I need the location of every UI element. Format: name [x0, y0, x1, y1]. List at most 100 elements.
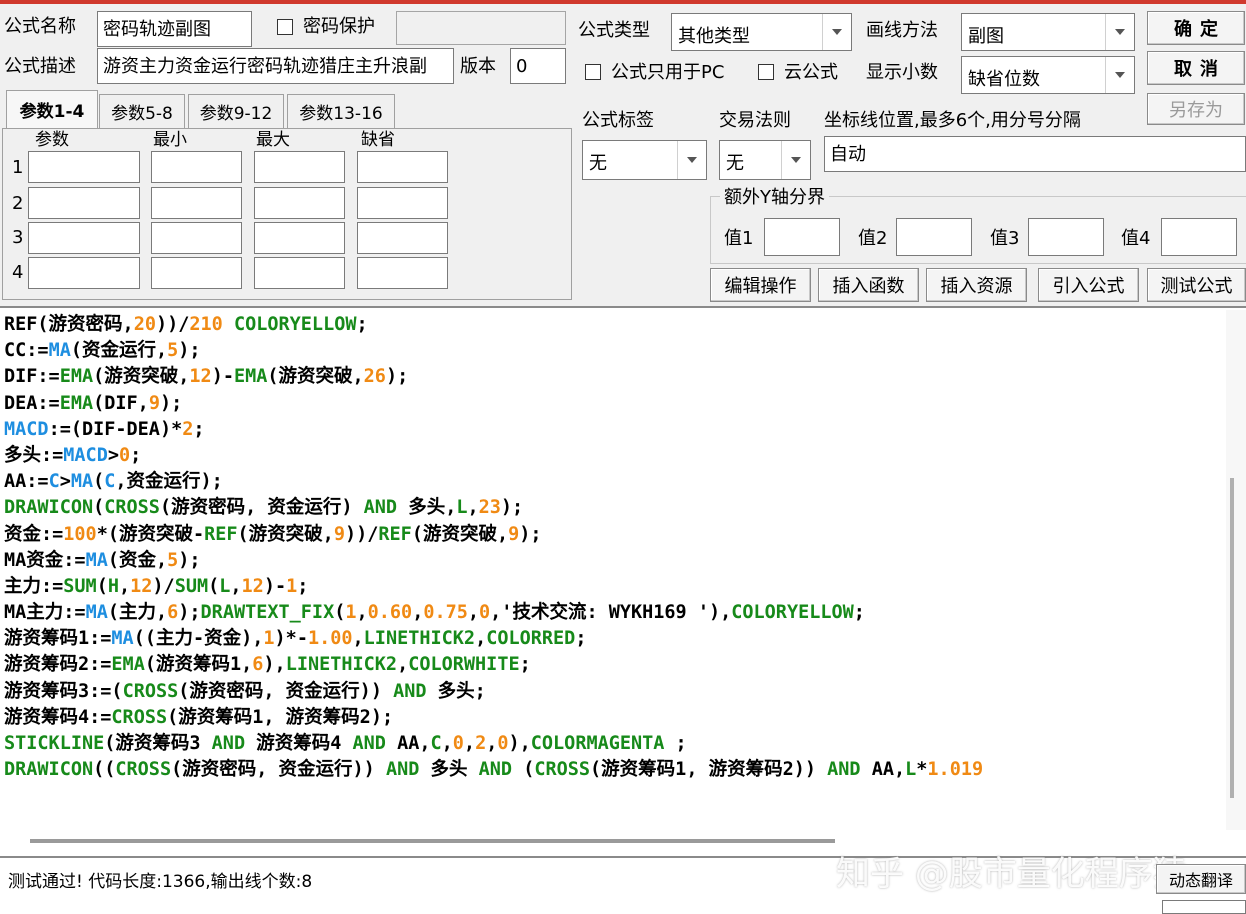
extra-yaxis-label: 额外Y轴分界 — [720, 187, 829, 209]
code-line[interactable]: DRAWICON((CROSS(游资密码, 资金运行)) AND 多头 AND … — [4, 757, 983, 783]
trade-rule-select[interactable]: 无 — [719, 140, 811, 180]
pc-only-checkbox[interactable] — [585, 64, 601, 80]
trade-rule-value: 无 — [726, 153, 744, 174]
code-text[interactable]: REF(游资密码,20))/210 COLORYELLOW; CC:=MA(资金运… — [4, 312, 983, 783]
code-line[interactable]: 多头:=MACD>0; — [4, 443, 983, 469]
param-3-default-input[interactable] — [357, 222, 448, 254]
code-line[interactable]: STICKLINE(游资筹码3 AND 游资筹码4 AND AA,C,0,2,0… — [4, 731, 983, 757]
trade-rule-label: 交易法则 — [719, 110, 791, 131]
translate-output-box — [1162, 900, 1246, 914]
param-2-default-input[interactable] — [357, 187, 448, 219]
draw-method-label: 画线方法 — [866, 20, 938, 41]
formula-type-select[interactable]: 其他类型 — [671, 13, 852, 51]
code-line[interactable]: AA:=C>MA(C,资金运行); — [4, 469, 983, 495]
param-row-number: 2 — [12, 193, 24, 214]
param-row-number: 3 — [12, 227, 24, 248]
param-1-default-input[interactable] — [357, 151, 448, 183]
param-2-min-input[interactable] — [151, 187, 242, 219]
param-1-min-input[interactable] — [151, 151, 242, 183]
param-1-name-input[interactable] — [28, 151, 140, 183]
vertical-scrollbar[interactable] — [1226, 310, 1246, 830]
cancel-button[interactable]: 取消 — [1147, 51, 1245, 85]
yaxis-value2-label: 值2 — [858, 228, 888, 249]
code-line[interactable]: MA主力:=MA(主力,6);DRAWTEXT_FIX(1,0.60,0.75,… — [4, 600, 983, 626]
vertical-scroll-thumb[interactable] — [1230, 478, 1234, 798]
insert-resource-button[interactable]: 插入资源 — [926, 268, 1027, 302]
tab-params-9-12[interactable]: 参数9-12 — [188, 94, 284, 128]
yaxis-value3-input[interactable] — [1028, 218, 1104, 256]
import-formula-button[interactable]: 引入公式 — [1038, 268, 1139, 302]
param-4-default-input[interactable] — [357, 257, 448, 289]
cloud-formula-label: 云公式 — [784, 62, 838, 83]
decimals-label: 显示小数 — [866, 62, 938, 83]
code-line[interactable]: 游资筹码1:=MA((主力-资金),1)*-1.00,LINETHICK2,CO… — [4, 626, 983, 652]
param-3-max-input[interactable] — [254, 222, 345, 254]
param-header-default: 缺省 — [361, 130, 395, 150]
ok-button[interactable]: 确定 — [1147, 11, 1245, 45]
code-line[interactable]: MA资金:=MA(资金,5); — [4, 548, 983, 574]
tab-params-13-16[interactable]: 参数13-16 — [287, 94, 395, 128]
edit-ops-button[interactable]: 编辑操作 — [710, 268, 811, 302]
param-panel: 参数 最小 最大 缺省 1 2 3 4 — [2, 128, 572, 300]
formula-tag-select[interactable]: 无 — [582, 140, 707, 180]
yaxis-value1-label: 值1 — [724, 228, 754, 249]
code-line[interactable]: MACD:=(DIF-DEA)*2; — [4, 417, 983, 443]
draw-method-select[interactable]: 副图 — [961, 13, 1135, 51]
formula-tag-value: 无 — [589, 153, 607, 174]
code-line[interactable]: DEA:=EMA(DIF,9); — [4, 391, 983, 417]
param-header-min: 最小 — [153, 130, 187, 150]
axis-lines-input[interactable]: 自动 — [824, 136, 1246, 172]
save-as-button[interactable]: 另存为 — [1147, 93, 1245, 125]
code-line[interactable]: DRAWICON(CROSS(游资密码, 资金运行) AND 多头,L,23); — [4, 495, 983, 521]
param-row-number: 4 — [12, 262, 24, 283]
yaxis-value2-input[interactable] — [896, 218, 972, 256]
decimals-select[interactable]: 缺省位数 — [961, 56, 1135, 94]
code-editor[interactable]: REF(游资密码,20))/210 COLORYELLOW; CC:=MA(资金运… — [0, 306, 1246, 856]
version-label: 版本 — [460, 56, 496, 77]
password-protect-checkbox[interactable] — [277, 19, 293, 35]
param-header-name: 参数 — [35, 130, 69, 150]
code-line[interactable]: 游资筹码3:=(CROSS(游资密码, 资金运行)) AND 多头; — [4, 679, 983, 705]
code-line[interactable]: DIF:=EMA(游资突破,12)-EMA(游资突破,26); — [4, 364, 983, 390]
param-4-min-input[interactable] — [151, 257, 242, 289]
formula-type-label: 公式类型 — [578, 20, 650, 41]
formula-name-input[interactable]: 密码轨迹副图 — [97, 11, 252, 47]
code-line[interactable]: 游资筹码4:=CROSS(游资筹码1, 游资筹码2); — [4, 705, 983, 731]
formula-type-value: 其他类型 — [678, 26, 750, 47]
cloud-formula-checkbox[interactable] — [758, 64, 774, 80]
dynamic-translate-button[interactable]: 动态翻译 — [1156, 864, 1246, 894]
yaxis-value1-input[interactable] — [764, 218, 840, 256]
param-3-name-input[interactable] — [28, 222, 140, 254]
tab-params-5-8[interactable]: 参数5-8 — [99, 94, 185, 128]
window-title-bar-edge — [0, 0, 1246, 4]
insert-function-button[interactable]: 插入函数 — [818, 268, 919, 302]
tab-params-1-4[interactable]: 参数1-4 — [6, 90, 98, 128]
axis-lines-label: 坐标线位置,最多6个,用分号分隔 — [824, 110, 1081, 131]
formula-tag-label: 公式标签 — [582, 110, 654, 131]
param-3-min-input[interactable] — [151, 222, 242, 254]
yaxis-value4-input[interactable] — [1161, 218, 1237, 256]
param-2-name-input[interactable] — [28, 187, 140, 219]
chevron-down-icon[interactable] — [677, 141, 706, 179]
code-line[interactable]: REF(游资密码,20))/210 COLORYELLOW; — [4, 312, 983, 338]
watermark-text: 知乎 @股市量化程序猿 — [836, 854, 1187, 894]
code-line[interactable]: 主力:=SUM(H,12)/SUM(L,12)-1; — [4, 574, 983, 600]
code-line[interactable]: 资金:=100*(游资突破-REF(游资突破,9))/REF(游资突破,9); — [4, 522, 983, 548]
param-1-max-input[interactable] — [254, 151, 345, 183]
horizontal-scroll-thumb[interactable] — [30, 839, 835, 843]
pc-only-label: 公式只用于PC — [611, 62, 725, 83]
chevron-down-icon[interactable] — [1105, 57, 1134, 93]
version-input[interactable]: 0 — [510, 48, 566, 84]
code-line[interactable]: CC:=MA(资金运行,5); — [4, 338, 983, 364]
password-input[interactable] — [396, 11, 566, 45]
code-line[interactable]: 游资筹码2:=EMA(游资筹码1,6),LINETHICK2,COLORWHIT… — [4, 652, 983, 678]
param-4-max-input[interactable] — [254, 257, 345, 289]
formula-desc-input[interactable]: 游资主力资金运行密码轨迹猎庄主升浪副 — [97, 48, 454, 84]
chevron-down-icon[interactable] — [781, 141, 810, 179]
param-header-max: 最大 — [256, 130, 290, 150]
param-4-name-input[interactable] — [28, 257, 140, 289]
chevron-down-icon[interactable] — [1105, 14, 1134, 50]
chevron-down-icon[interactable] — [822, 14, 851, 50]
param-2-max-input[interactable] — [254, 187, 345, 219]
test-formula-button[interactable]: 测试公式 — [1147, 268, 1246, 302]
